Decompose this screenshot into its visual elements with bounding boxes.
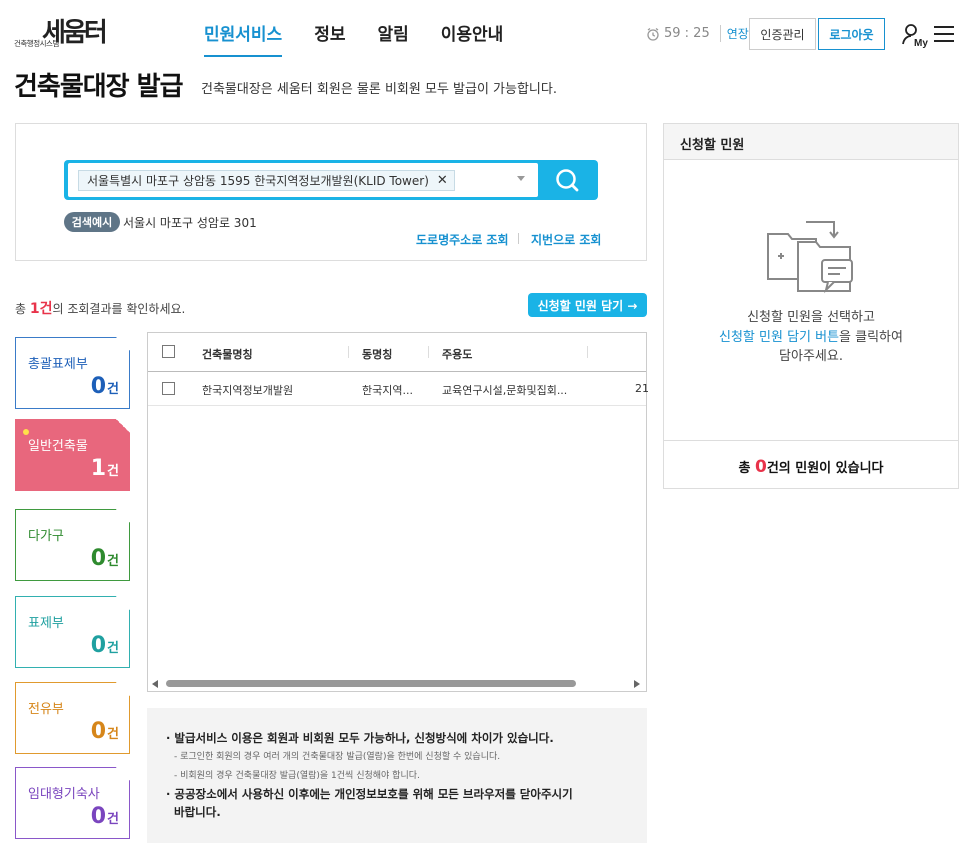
notice-line-2b: 바랍니다. [174, 805, 221, 819]
result-count: 1건 [29, 301, 53, 317]
category-label: 총괄표제부 [28, 357, 88, 372]
dropdown-caret-icon[interactable] [517, 176, 525, 181]
session-timer: 59 : 25 연장 [646, 25, 749, 42]
category-title-section[interactable]: 표제부 0건 [15, 596, 130, 668]
example-text: 서울시 마포구 성암로 301 [123, 216, 257, 230]
category-label: 다가구 [28, 529, 64, 544]
scrollbar-thumb[interactable] [166, 680, 576, 687]
cart-total-suffix: 건의 민원이 있습니다 [766, 461, 884, 476]
category-general-building[interactable]: 일반건축물 1건 [15, 419, 130, 491]
timer-value: 59 : 25 [664, 26, 710, 41]
category-label: 전유부 [28, 702, 64, 717]
cart-panel-title: 신청할 민원 [664, 124, 958, 160]
scroll-right-icon[interactable] [634, 680, 640, 688]
cell-main-use: 교육연구시설,문화및집회... [442, 384, 568, 397]
category-label: 일반건축물 [28, 439, 88, 454]
category-unit: 건 [107, 812, 119, 827]
nav-guide[interactable]: 이용안내 [441, 20, 504, 57]
category-count: 0 [90, 719, 107, 744]
cart-msg-3: 담아주세요. [779, 349, 843, 364]
category-unit: 건 [107, 641, 119, 656]
empty-folder-icon [764, 218, 856, 296]
cart-divider [664, 440, 958, 441]
category-general-title[interactable]: 총괄표제부 0건 [15, 337, 130, 409]
lot-number-search-link[interactable]: 지번으로 조회 [531, 231, 601, 248]
logo-subtitle: 건축행정시스템 [14, 39, 59, 48]
cart-total-prefix: 총 [738, 461, 755, 476]
row-divider [148, 405, 646, 406]
column-header-dong: 동명칭 [362, 348, 393, 361]
cart-msg-2: 을 클릭하여 [839, 329, 903, 345]
cart-total-count: 0 [754, 457, 767, 477]
user-icon: My [902, 24, 928, 49]
result-suffix: 의 조회결과를 확인하세요. [52, 302, 186, 316]
nav-notice[interactable]: 알림 [377, 20, 408, 57]
cart-total: 총 0건의 민원이 있습니다 [664, 457, 958, 477]
selected-address-chip: 서울특별시 마포구 상암동 1595 한국지역정보개발원(KLID Tower)… [78, 170, 455, 191]
category-unit: 건 [107, 382, 119, 397]
cell-extra: 21 [635, 382, 649, 395]
example-badge: 검색예시 [64, 212, 120, 232]
add-to-application-button[interactable]: 신청할 민원 담기 → [528, 293, 647, 317]
notice-sub-1: - 로그인한 회원의 경우 여러 개의 건축물대장 발급(열람)을 한번에 신청… [174, 752, 501, 762]
notice-box: · 발급서비스 이용은 회원과 비회원 모두 가능하나, 신청방식에 차이가 있… [147, 708, 647, 843]
logo[interactable]: 세움터 건축행정시스템 [14, 10, 138, 50]
select-all-checkbox[interactable] [162, 345, 175, 358]
column-header-use: 주용도 [442, 348, 473, 361]
link-divider [518, 233, 519, 244]
category-count: 0 [90, 804, 107, 829]
category-unit: 건 [107, 464, 119, 479]
page-title: 건축물대장 발급 [14, 72, 183, 102]
nav-civil-service[interactable]: 민원서비스 [204, 20, 283, 57]
notice-line-2a: · 공공장소에서 사용하신 이후에는 개인정보보호를 위해 모든 브라우저를 닫… [166, 787, 573, 801]
category-count: 0 [90, 546, 107, 571]
application-cart-panel [663, 123, 959, 489]
main-nav: 민원서비스 정보 알림 이용안내 [204, 20, 535, 57]
category-exclusive-section[interactable]: 전유부 0건 [15, 682, 130, 754]
extend-session-link[interactable]: 연장 [719, 25, 749, 42]
search-icon [556, 169, 579, 192]
my-page-button[interactable]: My [902, 22, 928, 49]
category-label: 표제부 [28, 616, 64, 631]
column-divider [348, 346, 349, 358]
column-divider [428, 346, 429, 358]
result-prefix: 총 [15, 302, 30, 316]
alarm-clock-icon [647, 27, 659, 41]
category-count: 0 [90, 374, 107, 399]
cell-dong-name: 한국지역... [362, 384, 413, 397]
category-rental-dormitory[interactable]: 임대형기숙사 0건 [15, 767, 130, 839]
category-unit: 건 [107, 554, 119, 569]
scroll-left-icon[interactable] [152, 680, 158, 688]
result-summary: 총 1건의 조회결과를 확인하세요. [15, 298, 185, 318]
category-label: 임대형기숙사 [28, 787, 100, 802]
notice-sub-2: - 비회원의 경우 건축물대장 발급(열람)을 1건씩 신청해야 합니다. [174, 771, 420, 781]
hamburger-menu-icon[interactable] [934, 26, 954, 42]
row-checkbox[interactable] [162, 382, 175, 395]
category-count: 1 [90, 456, 107, 481]
cart-msg-highlight: 신청할 민원 담기 버튼 [719, 329, 840, 345]
chip-label: 서울특별시 마포구 상암동 1595 한국지역정보개발원(KLID Tower) [87, 174, 429, 188]
my-label: My [914, 38, 928, 48]
cart-msg-1: 신청할 민원을 선택하고 [747, 310, 875, 325]
search-button[interactable] [540, 163, 596, 197]
category-count: 0 [90, 633, 107, 658]
page-description: 건축물대장은 세움터 회원은 물론 비회원 모두 발급이 가능합니다. [201, 82, 557, 97]
cell-building-name[interactable]: 한국지역정보개발원 [202, 382, 293, 398]
column-divider [587, 346, 588, 358]
category-unit: 건 [107, 727, 119, 742]
logout-button[interactable]: 로그아웃 [818, 18, 885, 50]
nav-info[interactable]: 정보 [314, 20, 345, 57]
remove-chip-icon[interactable]: ✕ [437, 173, 448, 188]
category-multi-household[interactable]: 다가구 0건 [15, 509, 130, 581]
cert-manage-button[interactable]: 인증관리 [749, 18, 816, 50]
notice-line-1: · 발급서비스 이용은 회원과 비회원 모두 가능하나, 신청방식에 차이가 있… [166, 731, 554, 745]
column-header-name: 건축물명칭 [202, 348, 253, 361]
cart-empty-message: 신청할 민원을 선택하고 신청할 민원 담기 버튼을 클릭하여 담아주세요. [664, 308, 958, 367]
road-address-search-link[interactable]: 도로명주소로 조회 [416, 231, 509, 248]
